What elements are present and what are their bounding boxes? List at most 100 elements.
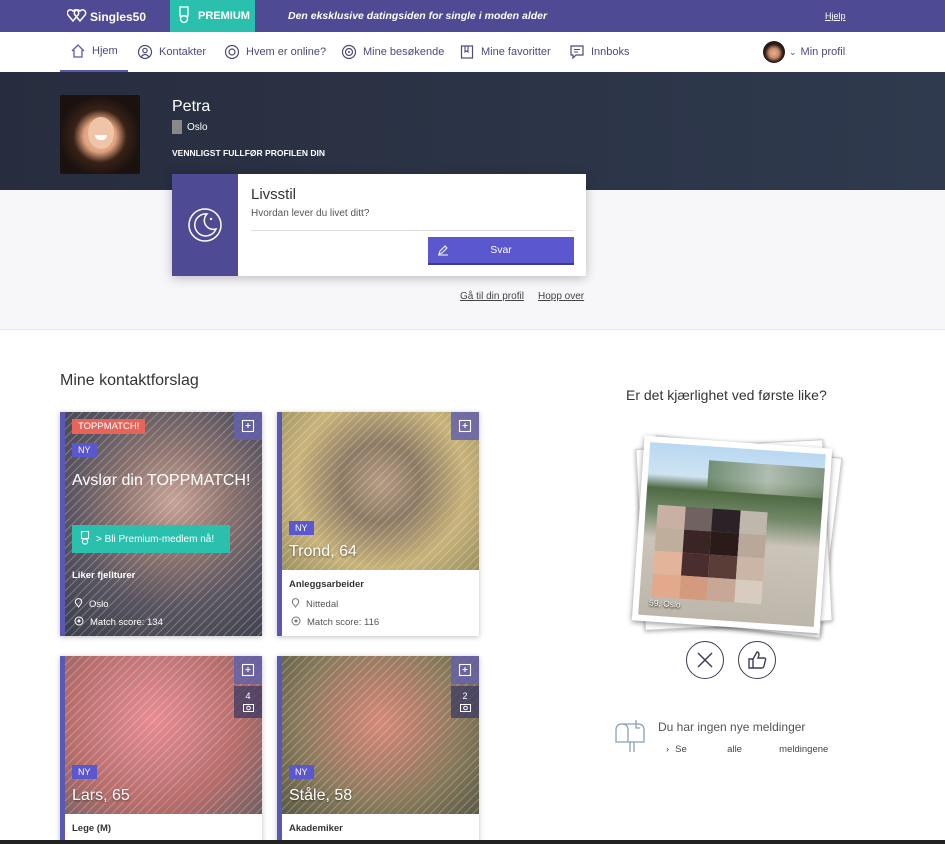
bookmark-button[interactable] [234, 656, 262, 684]
site-logo[interactable]: Singles50 [66, 8, 147, 25]
go-to-profile-link[interactable]: Gå til din profil [460, 291, 524, 302]
suggestions-title: Mine kontaktforslag [60, 372, 199, 389]
main-nav: Hjem Kontakter Hvem er online? Mine besø… [0, 32, 945, 72]
nav-item-favorites[interactable]: Mine favoritter [459, 32, 551, 72]
home-icon [71, 44, 85, 58]
like-button[interactable] [738, 641, 776, 679]
see-all-messages-link[interactable]: › Se alle meldingene [666, 744, 828, 755]
contact-name: Trond, 64 [289, 543, 357, 560]
visitors-icon [341, 44, 357, 60]
link-word: Se [675, 744, 687, 755]
bookmark-button[interactable] [451, 656, 479, 684]
camera-icon [459, 703, 471, 714]
become-premium-button[interactable]: > Bli Premium-medlem nå! [72, 525, 230, 553]
tagline: Den eksklusive datingsiden for single i … [288, 10, 548, 22]
nav-label: Innboks [591, 46, 630, 58]
nav-label: Mine favoritter [481, 46, 551, 58]
link-word: alle [727, 744, 742, 755]
like-candidate-photo[interactable]: 59, Oslo [631, 435, 833, 634]
flag-icon [172, 120, 182, 134]
match-score-row: Match score: 134 [74, 616, 163, 629]
match-score-icon [74, 616, 84, 629]
profile-label: Min profil [800, 46, 846, 58]
profile-city: Oslo [187, 121, 208, 133]
photo-count-number: 4 [245, 690, 251, 701]
thumbs-up-icon [748, 651, 767, 669]
photo-count[interactable]: 2 [451, 686, 479, 718]
nav-item-inbox[interactable]: Innboks [569, 32, 630, 72]
city: Oslo [89, 598, 109, 610]
new-badge: NY [289, 521, 314, 535]
inbox-icon [570, 45, 584, 60]
hearts-logo-icon [66, 8, 87, 25]
contact-card[interactable]: 2 NY Ståle, 58 Akademiker [277, 656, 479, 844]
premium-cta-label: > Bli Premium-medlem nå! [96, 533, 215, 545]
profile-location: Oslo [172, 120, 208, 134]
new-badge: NY [289, 765, 314, 779]
medal-icon [80, 530, 90, 548]
question-card: Livsstil Hvordan lever du livet ditt? Sv… [172, 174, 586, 276]
premium-label: PREMIUM [198, 10, 250, 22]
favorites-icon [460, 45, 474, 59]
profile-name: Petra [172, 98, 211, 115]
divider [251, 230, 574, 231]
no-messages-text: Du har ingen nye meldinger [658, 720, 806, 734]
skip-link[interactable]: Hopp over [538, 291, 584, 302]
nav-label: Mine besøkende [363, 46, 445, 58]
match-score-row: Match score: 116 [291, 616, 379, 629]
bookmark-add-icon [458, 663, 472, 677]
bookmark-add-icon [241, 419, 255, 433]
chevron-right-icon: › [666, 744, 670, 755]
online-icon [224, 44, 240, 60]
location-row: Oslo [74, 597, 109, 611]
interest-text: Liker fjellturer [72, 570, 136, 581]
answer-label: Svar [490, 244, 512, 256]
moon-stars-icon [188, 208, 222, 242]
complete-profile-prompt: VENNLIGST FULLFØR PROFILEN DIN [172, 148, 325, 158]
photo-count[interactable]: 4 [234, 686, 262, 718]
question-title: Livsstil [251, 186, 297, 203]
topmatch-card[interactable]: TOPPMATCH! NY Avslør din TOPPMATCH! > Bl… [60, 412, 262, 636]
location-pin-icon [74, 597, 83, 611]
city: Nittedal [306, 598, 339, 610]
contact-name: Lars, 65 [72, 787, 130, 804]
nav-item-online[interactable]: Hvem er online? [224, 32, 326, 72]
close-icon [697, 652, 713, 668]
medal-icon [178, 5, 190, 27]
candidate-caption: 59, Oslo [648, 597, 681, 610]
bottom-bar [0, 840, 945, 844]
nav-item-home[interactable]: Hjem [60, 32, 128, 72]
nav-label: Kontakter [159, 46, 207, 58]
profile-photo[interactable] [60, 95, 140, 174]
topmatch-headline: Avslør din TOPPMATCH! [72, 472, 251, 489]
occupation: Anleggsarbeider [289, 579, 364, 590]
bookmark-add-icon [241, 663, 255, 677]
nav-label: Hjem [92, 45, 118, 57]
bookmark-add-icon [458, 419, 472, 433]
photo-count-number: 2 [462, 690, 468, 701]
nav-item-visitors[interactable]: Mine besøkende [341, 32, 444, 72]
occupation: Lege (M) [72, 823, 112, 834]
dislike-button[interactable] [686, 641, 724, 679]
bookmark-button[interactable] [451, 412, 479, 440]
logo-text: Singles50 [90, 9, 147, 24]
pixelated-face [651, 504, 768, 605]
location-row: Nittedal [291, 597, 338, 611]
help-link[interactable]: Hjelp [825, 11, 846, 21]
question-subtitle: Hvordan lever du livet ditt? [251, 208, 370, 219]
occupation: Akademiker [289, 823, 343, 834]
topmatch-badge: TOPPMATCH! [72, 419, 146, 434]
match-score: Match score: 116 [307, 617, 380, 628]
premium-button[interactable]: PREMIUM [170, 0, 255, 32]
new-badge: NY [72, 765, 97, 779]
contact-card[interactable]: NY Trond, 64 Anleggsarbeider Nittedal Ma… [277, 412, 479, 636]
camera-icon [242, 703, 254, 714]
link-word: meldingene [779, 744, 829, 755]
nav-item-contacts[interactable]: Kontakter [137, 32, 206, 72]
answer-button[interactable]: Svar [428, 237, 574, 265]
match-score: Match score: 134 [90, 617, 163, 628]
profile-menu[interactable]: ⌄ Min profil [763, 32, 845, 72]
bookmark-button[interactable] [234, 412, 262, 440]
moon-icon-panel [172, 174, 238, 276]
contact-card[interactable]: 4 NY Lars, 65 Lege (M) [60, 656, 262, 844]
